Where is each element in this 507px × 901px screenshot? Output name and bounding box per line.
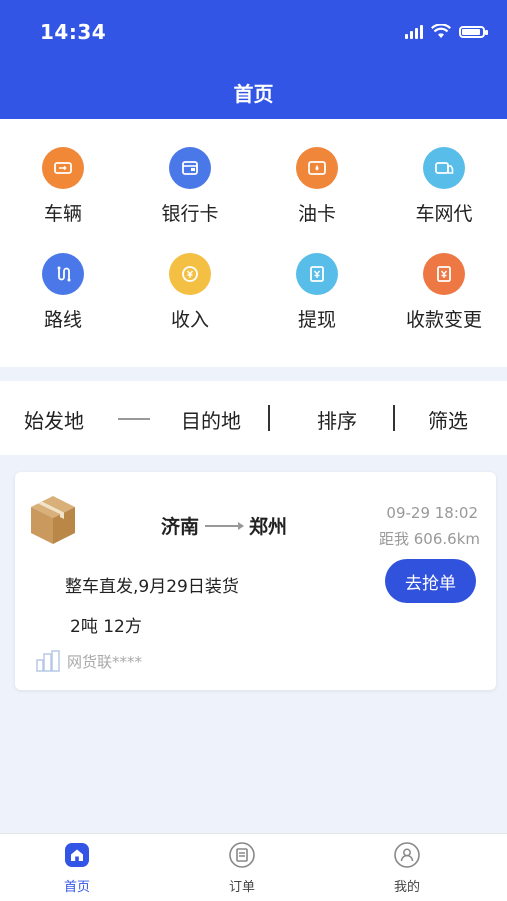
payee-change-icon bbox=[423, 253, 465, 295]
grid-label: 车辆 bbox=[43, 203, 82, 225]
header: 14:34 首页 bbox=[0, 0, 507, 119]
order-source: 网货联**** bbox=[35, 650, 142, 672]
route-arrow bbox=[118, 418, 150, 420]
grid-label: 收款变更 bbox=[405, 309, 482, 331]
tab-home[interactable]: 首页 bbox=[37, 842, 117, 895]
grab-order-button[interactable]: 去抢单 bbox=[385, 559, 476, 603]
function-grid: 车辆 银行卡 油卡 车网代 路线 收入 提现 收款变更 bbox=[0, 119, 507, 367]
tab-label: 首页 bbox=[63, 880, 90, 895]
divider bbox=[393, 405, 395, 431]
truck-icon bbox=[42, 147, 84, 189]
order-weight: 2吨 12方 bbox=[70, 617, 142, 637]
tab-bar: 首页 订单 我的 bbox=[0, 833, 507, 901]
income-icon bbox=[169, 253, 211, 295]
route-to: 郑州 bbox=[249, 516, 288, 538]
tab-profile[interactable]: 我的 bbox=[367, 842, 447, 895]
order-card[interactable]: 济南 郑州 09-29 18:02 距我 606.6km 整车直发,9月29日装… bbox=[15, 472, 496, 690]
order-distance: 距我 606.6km bbox=[378, 530, 480, 548]
source-label: 网货联**** bbox=[67, 652, 143, 671]
page-title: 首页 bbox=[233, 82, 274, 106]
home-icon bbox=[64, 842, 90, 868]
order-icon bbox=[229, 842, 255, 868]
grid-label: 收入 bbox=[170, 309, 209, 331]
signal-icon bbox=[405, 24, 423, 39]
order-description: 整车直发,9月29日装货 bbox=[65, 577, 239, 597]
arrow-icon bbox=[205, 521, 245, 530]
package-icon bbox=[31, 496, 75, 544]
profile-icon bbox=[394, 842, 420, 868]
grid-item-payee-change[interactable]: 收款变更 bbox=[381, 253, 507, 332]
grid-item-income[interactable]: 收入 bbox=[127, 253, 253, 332]
grid-item-vehicle[interactable]: 车辆 bbox=[0, 147, 126, 226]
status-icons bbox=[405, 24, 488, 39]
wifi-icon bbox=[431, 24, 451, 38]
grid-item-fuel-card[interactable]: 油卡 bbox=[254, 147, 380, 226]
grid-label: 油卡 bbox=[297, 203, 336, 225]
filter-origin[interactable]: 始发地 bbox=[24, 405, 84, 434]
route: 济南 郑州 bbox=[161, 512, 287, 539]
wallet-icon bbox=[169, 147, 211, 189]
battery-icon bbox=[459, 25, 488, 38]
withdraw-icon bbox=[296, 253, 338, 295]
tab-label: 我的 bbox=[393, 880, 420, 895]
order-time: 09-29 18:02 bbox=[386, 504, 478, 522]
grid-label: 提现 bbox=[297, 309, 336, 331]
grid-item-route[interactable]: 路线 bbox=[0, 253, 126, 332]
car-network-icon bbox=[423, 147, 465, 189]
fuel-card-icon bbox=[296, 147, 338, 189]
tab-label: 订单 bbox=[228, 880, 255, 895]
divider bbox=[268, 405, 270, 431]
filter-sort[interactable]: 排序 bbox=[317, 405, 357, 434]
filter-screen[interactable]: 筛选 bbox=[428, 405, 468, 434]
grid-label: 银行卡 bbox=[161, 203, 219, 225]
grid-item-withdraw[interactable]: 提现 bbox=[254, 253, 380, 332]
grid-item-car-network[interactable]: 车网代 bbox=[381, 147, 507, 226]
filter-bar: 始发地 目的地 排序 筛选 bbox=[0, 381, 507, 455]
grid-item-bank-card[interactable]: 银行卡 bbox=[127, 147, 253, 226]
grid-label: 车网代 bbox=[415, 203, 473, 225]
grid-label: 路线 bbox=[43, 309, 82, 331]
tab-orders[interactable]: 订单 bbox=[202, 842, 282, 895]
status-time: 14:34 bbox=[40, 20, 107, 44]
building-icon bbox=[36, 650, 60, 672]
filter-destination[interactable]: 目的地 bbox=[181, 405, 241, 434]
route-from: 济南 bbox=[161, 516, 200, 538]
route-icon bbox=[42, 253, 84, 295]
